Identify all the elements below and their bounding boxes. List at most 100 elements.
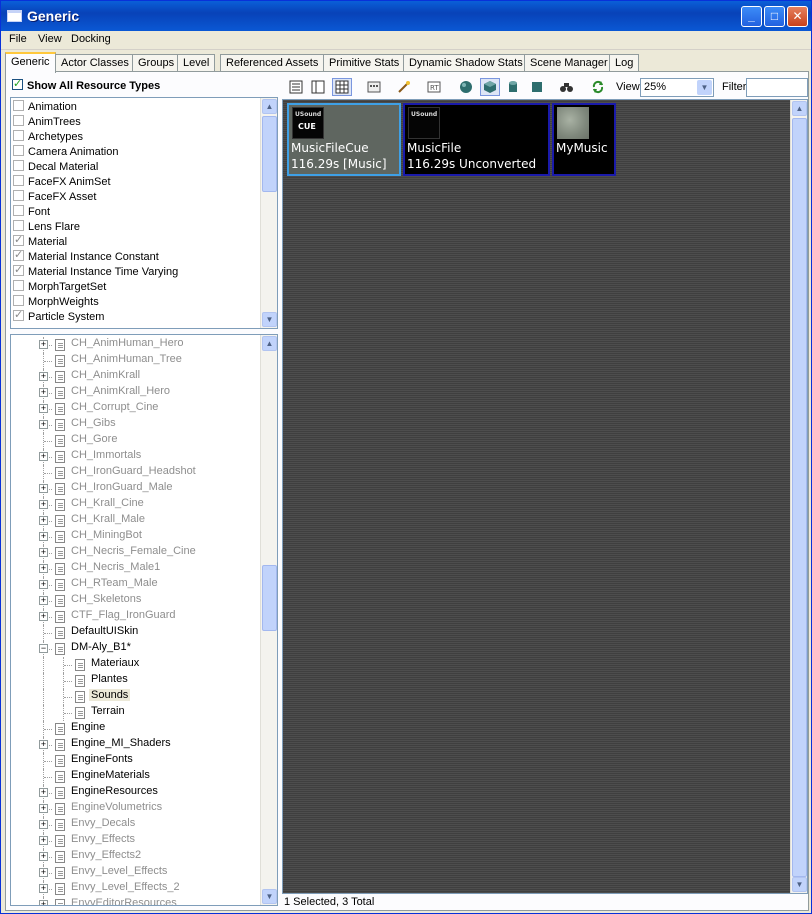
resource-type-checkbox[interactable] xyxy=(13,280,24,291)
resource-type-checkbox[interactable] xyxy=(13,145,24,156)
resource-type-checkbox[interactable] xyxy=(13,295,24,306)
scroll-up-arrow-icon[interactable]: ▲ xyxy=(262,99,277,114)
resource-type-checkbox[interactable] xyxy=(13,130,24,141)
tree-node[interactable]: + CH_Corrupt_Cine xyxy=(11,401,261,417)
tree-node[interactable]: + CH_IronGuard_Male xyxy=(11,481,261,497)
expand-icon[interactable]: + xyxy=(39,820,48,829)
tree-node[interactable]: + CH_AnimKrall xyxy=(11,369,261,385)
expand-icon[interactable]: + xyxy=(39,884,48,893)
close-button[interactable]: ✕ xyxy=(787,6,808,27)
menu-docking[interactable]: Docking xyxy=(71,33,111,45)
tab-actor-classes[interactable]: Actor Classes xyxy=(55,54,135,72)
show-all-resource-types[interactable]: Show All Resource Types xyxy=(12,77,160,92)
maximize-button[interactable]: □ xyxy=(764,6,785,27)
resource-type-scrollbar[interactable]: ▲ ▼ xyxy=(260,98,277,328)
expand-icon[interactable]: + xyxy=(39,804,48,813)
cube-primitive-button[interactable] xyxy=(480,78,500,96)
minimize-button[interactable]: _ xyxy=(741,6,762,27)
view-zoom-select[interactable]: 25% ▼ xyxy=(640,78,714,97)
tree-node[interactable]: Engine xyxy=(11,721,261,737)
scroll-thumb[interactable] xyxy=(262,116,277,192)
resource-type-item[interactable]: Animation xyxy=(13,100,77,115)
resource-type-item[interactable]: Material Instance Time Varying xyxy=(13,263,178,280)
expand-icon[interactable]: + xyxy=(39,900,48,905)
cylinder-primitive-button[interactable] xyxy=(503,78,523,96)
preview-view-button[interactable] xyxy=(308,78,328,96)
resource-type-item[interactable]: Font xyxy=(13,205,50,220)
resource-type-checkbox[interactable] xyxy=(13,248,24,261)
expand-icon[interactable]: + xyxy=(39,388,48,397)
filter-input[interactable] xyxy=(746,78,808,97)
resource-type-item[interactable]: FaceFX Asset xyxy=(13,190,96,205)
plane-primitive-button[interactable] xyxy=(527,78,547,96)
tree-node[interactable]: + EnvyEditorResources xyxy=(11,897,261,905)
expand-icon[interactable]: + xyxy=(39,868,48,877)
expand-icon[interactable]: + xyxy=(39,404,48,413)
title-bar[interactable]: Generic _ □ ✕ xyxy=(1,1,811,31)
tree-node[interactable]: + Envy_Effects xyxy=(11,833,261,849)
tab-level[interactable]: Level xyxy=(177,54,216,72)
tab-referenced-assets[interactable]: Referenced Assets xyxy=(220,54,325,72)
tree-node[interactable]: − DM-Aly_B1* xyxy=(11,641,261,657)
expand-icon[interactable]: + xyxy=(39,596,48,605)
tree-node[interactable]: Plantes xyxy=(11,673,261,689)
scroll-up-arrow-icon[interactable]: ▲ xyxy=(792,101,807,116)
tree-node[interactable]: EngineFonts xyxy=(11,753,261,769)
scroll-down-arrow-icon[interactable]: ▼ xyxy=(262,889,277,904)
tree-node[interactable]: + EngineResources xyxy=(11,785,261,801)
tab-primitive-stats[interactable]: Primitive Stats xyxy=(323,54,406,72)
tree-node[interactable]: CH_Gore xyxy=(11,433,261,449)
asset-view-scrollbar[interactable]: ▲ ▼ xyxy=(790,100,807,893)
tree-node[interactable]: + CH_RTeam_Male xyxy=(11,577,261,593)
tab-log[interactable]: Log xyxy=(609,54,640,72)
resource-type-item[interactable]: MorphWeights xyxy=(13,295,99,310)
tree-node[interactable]: + Envy_Decals xyxy=(11,817,261,833)
tab-groups[interactable]: Groups xyxy=(132,54,181,72)
tree-node[interactable]: + EngineVolumetrics xyxy=(11,801,261,817)
thumbnail-view-button[interactable] xyxy=(332,78,352,96)
resource-type-item[interactable]: Archetypes xyxy=(13,130,83,145)
scroll-down-arrow-icon[interactable]: ▼ xyxy=(792,877,807,892)
tree-node[interactable]: + Envy_Level_Effects xyxy=(11,865,261,881)
tree-node[interactable]: EngineMaterials xyxy=(11,769,261,785)
tree-node[interactable]: Sounds xyxy=(11,689,261,705)
resource-type-checkbox[interactable] xyxy=(13,115,24,126)
tab-dynamic-shadow-stats[interactable]: Dynamic Shadow Stats xyxy=(403,54,529,72)
tab-generic[interactable]: Generic xyxy=(5,52,56,73)
resource-type-checkbox[interactable] xyxy=(13,233,24,246)
resource-type-item[interactable]: Decal Material xyxy=(13,160,98,175)
expand-icon[interactable]: + xyxy=(39,372,48,381)
expand-icon[interactable]: + xyxy=(39,420,48,429)
refresh-button[interactable] xyxy=(588,78,608,96)
asset-tile[interactable]: MyMusic xyxy=(552,103,616,176)
expand-icon[interactable]: + xyxy=(39,788,48,797)
show-all-checkbox[interactable] xyxy=(12,77,23,90)
asset-tile[interactable]: USound CUE MusicFileCue 116.29s [Music] xyxy=(287,103,401,176)
search-button[interactable] xyxy=(556,78,576,96)
resource-type-item[interactable]: MorphTargetSet xyxy=(13,280,106,295)
expand-icon[interactable]: + xyxy=(39,580,48,589)
resource-type-checkbox[interactable] xyxy=(13,175,24,186)
resource-type-checkbox[interactable] xyxy=(13,160,24,171)
tree-node[interactable]: + CH_Krall_Male xyxy=(11,513,261,529)
asset-tile[interactable]: USound MusicFile 116.29s Unconverted xyxy=(403,103,550,176)
resource-type-checkbox[interactable] xyxy=(13,220,24,231)
expand-icon[interactable]: + xyxy=(39,340,48,349)
resource-type-checkbox[interactable] xyxy=(13,190,24,201)
tree-node[interactable]: + CH_AnimKrall_Hero xyxy=(11,385,261,401)
tree-node[interactable]: + CH_Krall_Cine xyxy=(11,497,261,513)
sync-browser-button[interactable] xyxy=(394,78,414,96)
tree-node[interactable]: + CH_Necris_Male1 xyxy=(11,561,261,577)
tree-node[interactable]: + CTF_Flag_IronGuard xyxy=(11,609,261,625)
tree-node[interactable]: + CH_Immortals xyxy=(11,449,261,465)
tree-node[interactable]: + CH_Skeletons xyxy=(11,593,261,609)
resource-type-item[interactable]: Material Instance Constant xyxy=(13,248,159,265)
resource-type-checkbox[interactable] xyxy=(13,100,24,111)
expand-icon[interactable]: + xyxy=(39,484,48,493)
menu-file[interactable]: File xyxy=(9,33,27,45)
expand-icon[interactable]: + xyxy=(39,852,48,861)
tree-node[interactable]: + CH_Necris_Female_Cine xyxy=(11,545,261,561)
scroll-up-arrow-icon[interactable]: ▲ xyxy=(262,336,277,351)
scroll-thumb[interactable] xyxy=(792,118,807,877)
resource-type-item[interactable]: FaceFX AnimSet xyxy=(13,175,111,190)
